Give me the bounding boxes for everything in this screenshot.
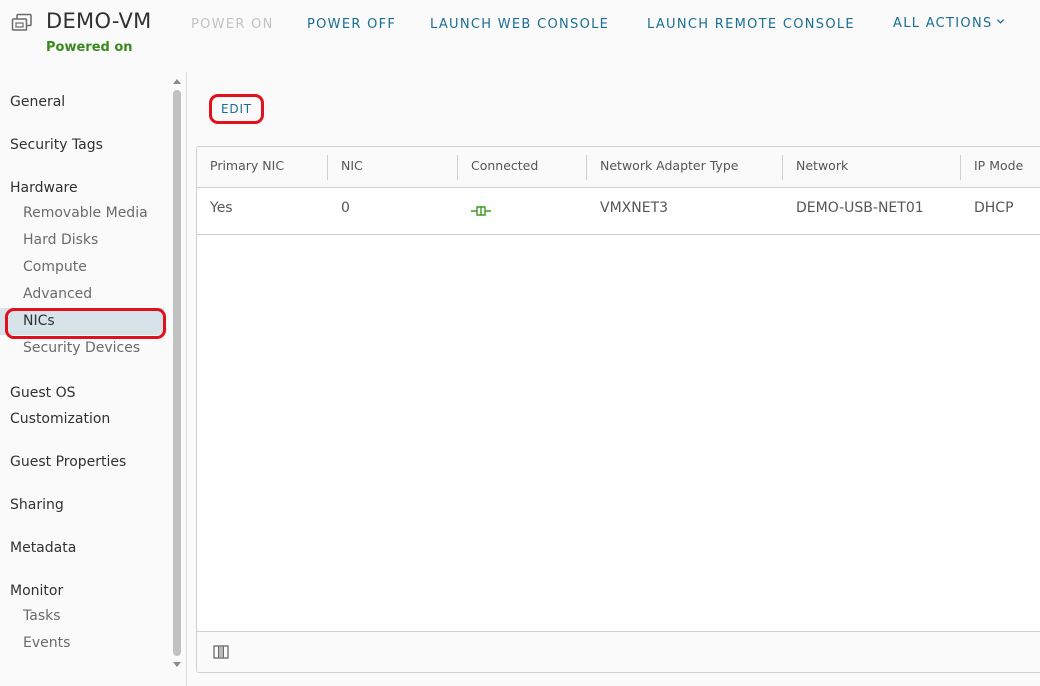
sidebar-item-tasks[interactable]: Tasks <box>0 603 164 630</box>
sidebar-item-sharing[interactable]: Sharing <box>10 492 64 518</box>
sidebar-item-guest-properties[interactable]: Guest Properties <box>10 449 126 475</box>
edit-button[interactable]: EDIT <box>212 97 261 121</box>
column-header-network-adapter-type[interactable]: Network Adapter Type <box>587 147 738 187</box>
sidebar-scrollbar[interactable] <box>171 76 183 670</box>
sidebar-item-nics[interactable]: NICs <box>0 308 164 335</box>
column-header-network[interactable]: Network <box>783 147 848 187</box>
cell-adapter-type: VMXNET3 <box>600 200 669 216</box>
chevron-down-icon <box>996 19 1004 24</box>
sidebar-item-advanced[interactable]: Advanced <box>0 281 164 308</box>
launch-web-console-button[interactable]: LAUNCH WEB CONSOLE <box>430 17 609 32</box>
all-actions-label: ALL ACTIONS <box>893 16 993 31</box>
scroll-down-arrow-icon[interactable] <box>173 662 181 668</box>
vm-header: DEMO-VM Powered on POWER ON POWER OFF LA… <box>0 0 1040 72</box>
sidebar-nav: General Security Tags Hardware Removable… <box>0 80 170 680</box>
nics-datagrid: Primary NIC NIC Connected Network Adapte… <box>196 146 1040 673</box>
sidebar-section-monitor: Monitor <box>10 583 64 599</box>
sidebar-item-hard-disks[interactable]: Hard Disks <box>0 227 164 254</box>
power-on-button[interactable]: POWER ON <box>191 17 274 32</box>
sidebar-item-removable-media[interactable]: Removable Media <box>0 200 164 227</box>
connected-icon <box>471 206 491 216</box>
cell-nic: 0 <box>341 200 350 216</box>
cell-ip-mode: DHCP <box>974 200 1014 216</box>
sidebar-item-security-tags[interactable]: Security Tags <box>10 132 103 158</box>
power-off-button[interactable]: POWER OFF <box>307 17 396 32</box>
cell-primary-nic: Yes <box>210 200 233 216</box>
scroll-up-arrow-icon[interactable] <box>173 78 181 84</box>
datagrid-header: Primary NIC NIC Connected Network Adapte… <box>197 147 1040 188</box>
sidebar-item-guest-os[interactable]: Guest OS <box>10 380 75 406</box>
datagrid-footer <box>197 631 1040 672</box>
sidebar-item-customization[interactable]: Customization <box>10 406 110 432</box>
vm-title: DEMO-VM <box>46 9 152 33</box>
column-toggle-icon[interactable] <box>213 645 229 659</box>
sidebar-item-compute[interactable]: Compute <box>0 254 164 281</box>
column-header-connected[interactable]: Connected <box>458 147 538 187</box>
table-row[interactable]: Yes 0 VMXNET3 DEMO-USB-NET01 DHCP <box>197 188 1040 235</box>
column-header-nic[interactable]: NIC <box>328 147 363 187</box>
cell-network: DEMO-USB-NET01 <box>796 200 924 216</box>
column-header-ip-mode[interactable]: IP Mode <box>961 147 1023 187</box>
power-status: Powered on <box>46 40 133 55</box>
sidebar-item-security-devices[interactable]: Security Devices <box>0 335 164 362</box>
sidebar-item-metadata[interactable]: Metadata <box>10 535 76 561</box>
all-actions-button[interactable]: ALL ACTIONS <box>893 16 1005 31</box>
scroll-thumb[interactable] <box>173 90 181 656</box>
sidebar-divider <box>186 72 187 686</box>
vm-icon <box>11 13 32 31</box>
sidebar-section-hardware: Hardware <box>10 180 78 196</box>
sidebar-item-events[interactable]: Events <box>0 630 164 657</box>
column-header-primary-nic[interactable]: Primary NIC <box>197 147 284 187</box>
sidebar-item-general[interactable]: General <box>10 89 65 115</box>
launch-remote-console-button[interactable]: LAUNCH REMOTE CONSOLE <box>647 17 855 32</box>
